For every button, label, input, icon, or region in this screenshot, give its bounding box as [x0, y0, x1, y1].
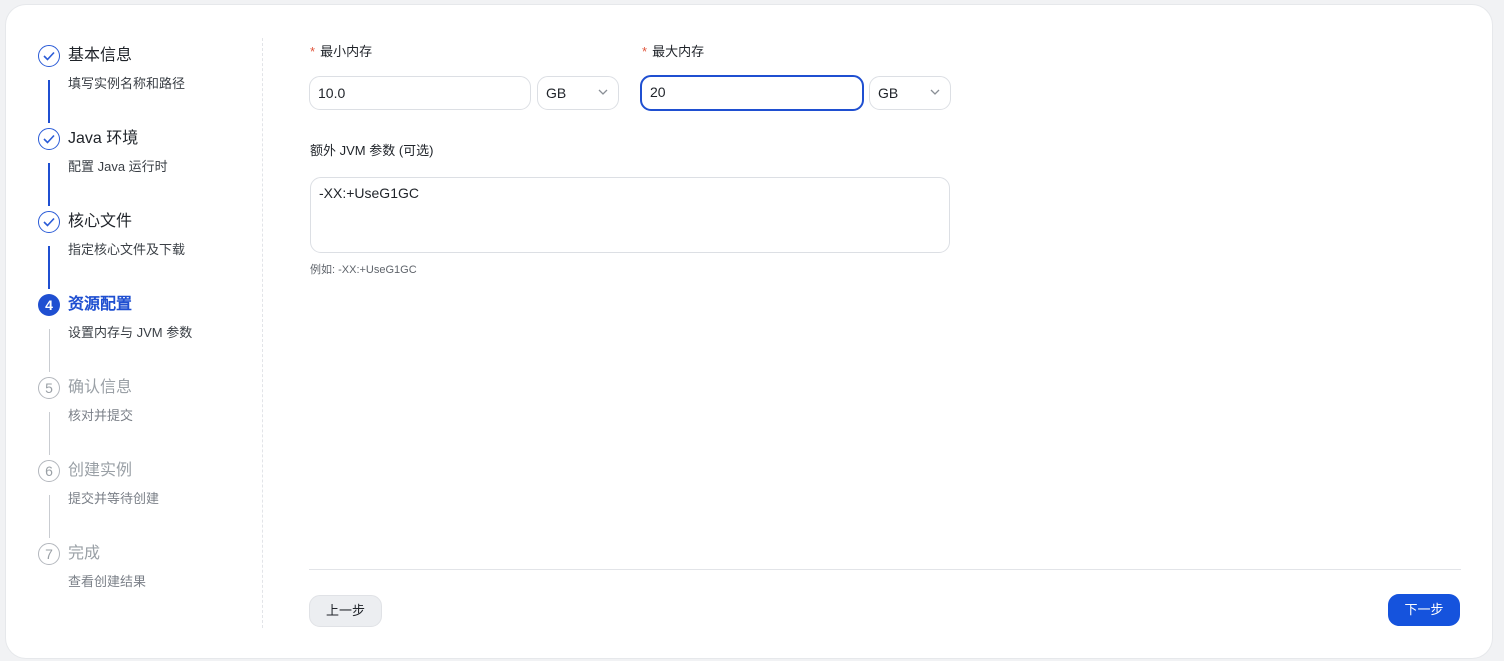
jvm-args-label: 额外 JVM 参数 (可选)	[310, 143, 434, 158]
step-basic-info[interactable]: 基本信息 填写实例名称和路径	[6, 5, 256, 123]
min-memory-unit-select[interactable]: GB	[537, 76, 619, 110]
check-circle-icon	[38, 45, 60, 67]
step-title: 完成	[68, 545, 101, 562]
check-circle-icon	[38, 211, 60, 233]
step-title: 资源配置	[68, 296, 133, 313]
jvm-args-hint: 例如: -XX:+UseG1GC	[310, 264, 417, 276]
chevron-down-icon	[930, 89, 940, 95]
step-title: 核心文件	[68, 213, 133, 230]
step-core-file[interactable]: 核心文件 指定核心文件及下载	[6, 171, 256, 289]
previous-step-button[interactable]: 上一步	[309, 595, 382, 627]
max-memory-label: * 最大内存	[642, 44, 705, 59]
step-number-badge: 4	[38, 294, 60, 316]
step-description: 查看创建结果	[68, 574, 147, 589]
required-mark: *	[642, 44, 648, 59]
min-memory-input[interactable]: 10.0	[309, 76, 531, 110]
step-number-badge: 6	[38, 460, 60, 482]
steps-divider	[262, 38, 263, 628]
step-title: 确认信息	[68, 379, 133, 396]
step-title: 基本信息	[68, 47, 133, 64]
check-circle-icon	[38, 128, 60, 150]
step-number-badge: 7	[38, 543, 60, 565]
next-step-button[interactable]: 下一步	[1388, 594, 1460, 626]
max-memory-unit-select[interactable]: GB	[869, 76, 951, 110]
max-memory-unit-value: GB	[878, 85, 899, 101]
wizard-card: 基本信息 填写实例名称和路径 Java 环境 配置 Java 运行时 核心文件 …	[6, 5, 1492, 658]
step-title: Java 环境	[68, 130, 139, 147]
step-complete: 7 完成 查看创建结果	[6, 503, 256, 589]
footer-divider	[309, 569, 1461, 570]
step-java-env[interactable]: Java 环境 配置 Java 运行时	[6, 88, 256, 206]
min-memory-label: * 最小内存	[310, 44, 373, 59]
max-memory-input[interactable]: 20	[640, 75, 864, 111]
min-memory-unit-value: GB	[546, 85, 567, 101]
required-mark: *	[310, 44, 316, 59]
step-create-instance: 6 创建实例 提交并等待创建	[6, 420, 256, 538]
step-list: 基本信息 填写实例名称和路径 Java 环境 配置 Java 运行时 核心文件 …	[6, 5, 262, 658]
jvm-args-textarea[interactable]: -XX:+UseG1GC	[310, 177, 950, 253]
step-number-badge: 5	[38, 377, 60, 399]
chevron-down-icon	[598, 89, 608, 95]
step-resource-config: 4 资源配置 设置内存与 JVM 参数	[6, 254, 256, 372]
step-confirm-info: 5 确认信息 核对并提交	[6, 337, 256, 455]
step-title: 创建实例	[68, 462, 133, 479]
